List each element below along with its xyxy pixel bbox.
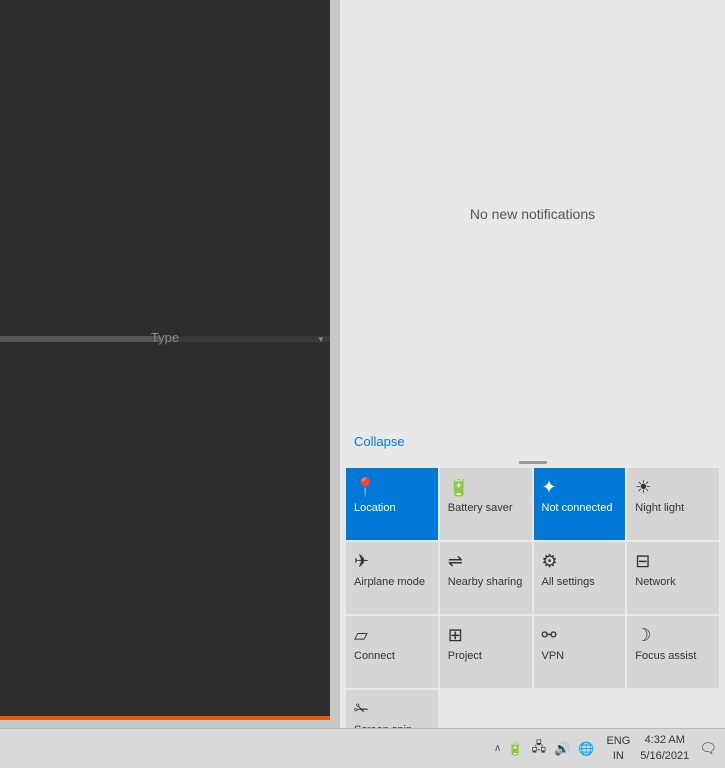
taskbar-date: 5/16/2021 xyxy=(640,749,689,764)
notifications-area: No new notifications xyxy=(340,0,725,427)
settings-icon: ⚙ xyxy=(542,552,558,570)
qa-tile-connect[interactable]: ▱ Connect xyxy=(346,616,438,688)
qa-tile-network[interactable]: ⊟ Network xyxy=(627,542,719,614)
quick-actions-panel: 📍 Location 🔋 Battery saver ✦ Not connected ☀ Ni… xyxy=(340,466,725,768)
airplane-icon: ✈ xyxy=(354,552,369,570)
project-icon: ⊞ xyxy=(448,626,463,644)
taskbar-time: 4:32 AM xyxy=(640,733,689,748)
network-icon: ⊟ xyxy=(635,552,650,570)
qa-tile-project[interactable]: ⊞ Project xyxy=(440,616,532,688)
qa-tile-label-all-settings: All settings xyxy=(542,576,595,589)
qa-tile-label-location: Location xyxy=(354,502,396,515)
taskbar-chevron-icon[interactable]: ∧ xyxy=(494,743,501,754)
left-panel: ▼ Type xyxy=(0,0,330,720)
bluetooth-icon: ✦ xyxy=(542,478,557,496)
type-label: Type xyxy=(0,330,330,345)
qa-tile-label-network: Network xyxy=(635,576,675,589)
taskbar-clock[interactable]: 4:32 AM 5/16/2021 xyxy=(636,733,693,764)
no-notifications-text: No new notifications xyxy=(470,206,595,222)
qa-tile-all-settings[interactable]: ⚙ All settings xyxy=(534,542,626,614)
qa-tile-label-vpn: VPN xyxy=(542,650,565,663)
taskbar-right: ∧ 🔋 🖧 🔊 🌐 ENGIN 4:32 AM 5/16/2021 🗨 xyxy=(490,733,721,764)
qa-tile-label-airplane-mode: Airplane mode xyxy=(354,576,425,589)
qa-tile-night-light[interactable]: ☀ Night light xyxy=(627,468,719,540)
qa-tile-label-battery-saver: Battery saver xyxy=(448,502,513,515)
qa-tile-label-not-connected: Not connected xyxy=(542,502,613,515)
qa-tile-nearby-sharing[interactable]: ⇌ Nearby sharing xyxy=(440,542,532,614)
qa-tile-battery-saver[interactable]: 🔋 Battery saver xyxy=(440,468,532,540)
battery-icon: 🔋 xyxy=(448,478,470,496)
qa-tile-not-connected[interactable]: ✦ Not connected xyxy=(534,468,626,540)
qa-tile-label-nearby-sharing: Nearby sharing xyxy=(448,576,523,589)
right-panel: No new notifications Collapse 📍 Location 🔋… xyxy=(340,0,725,768)
collapse-bar: Collapse xyxy=(340,427,725,457)
screensnip-icon: ✁ xyxy=(354,700,369,718)
quick-actions-grid: 📍 Location 🔋 Battery saver ✦ Not connected ☀ Ni… xyxy=(346,468,719,762)
connect-icon: ▱ xyxy=(354,626,368,644)
qa-tile-location[interactable]: 📍 Location xyxy=(346,468,438,540)
scroll-dot xyxy=(519,461,547,464)
collapse-button[interactable]: Collapse xyxy=(354,434,405,449)
taskbar-language[interactable]: ENGIN xyxy=(602,734,634,763)
qa-tile-label-project: Project xyxy=(448,650,482,663)
nearbysharing-icon: ⇌ xyxy=(448,552,463,570)
qa-tile-focus-assist[interactable]: ☽ Focus assist xyxy=(627,616,719,688)
qa-tile-label-night-light: Night light xyxy=(635,502,684,515)
focusassist-icon: ☽ xyxy=(635,626,651,644)
vpn-icon: ⚯ xyxy=(542,626,557,644)
qa-tile-label-focus-assist: Focus assist xyxy=(635,650,696,663)
taskbar-volume-icon[interactable]: 🔊 xyxy=(552,739,572,759)
taskbar-network-icon[interactable]: 🖧 xyxy=(530,736,549,762)
scroll-indicator xyxy=(340,457,725,466)
qa-tile-airplane-mode[interactable]: ✈ Airplane mode xyxy=(346,542,438,614)
location-icon: 📍 xyxy=(354,478,376,496)
taskbar-system-icons: ∧ 🔋 🖧 🔊 🌐 xyxy=(490,736,600,762)
taskbar-location-icon[interactable]: 🌐 xyxy=(576,739,596,759)
taskbar-notification-icon[interactable]: 🗨 xyxy=(695,740,721,757)
nightlight-icon: ☀ xyxy=(635,478,651,496)
qa-tile-label-connect: Connect xyxy=(354,650,395,663)
taskbar: ∧ 🔋 🖧 🔊 🌐 ENGIN 4:32 AM 5/16/2021 🗨 xyxy=(0,728,725,768)
taskbar-battery-icon[interactable]: 🔋 xyxy=(505,739,525,759)
qa-tile-vpn[interactable]: ⚯ VPN xyxy=(534,616,626,688)
